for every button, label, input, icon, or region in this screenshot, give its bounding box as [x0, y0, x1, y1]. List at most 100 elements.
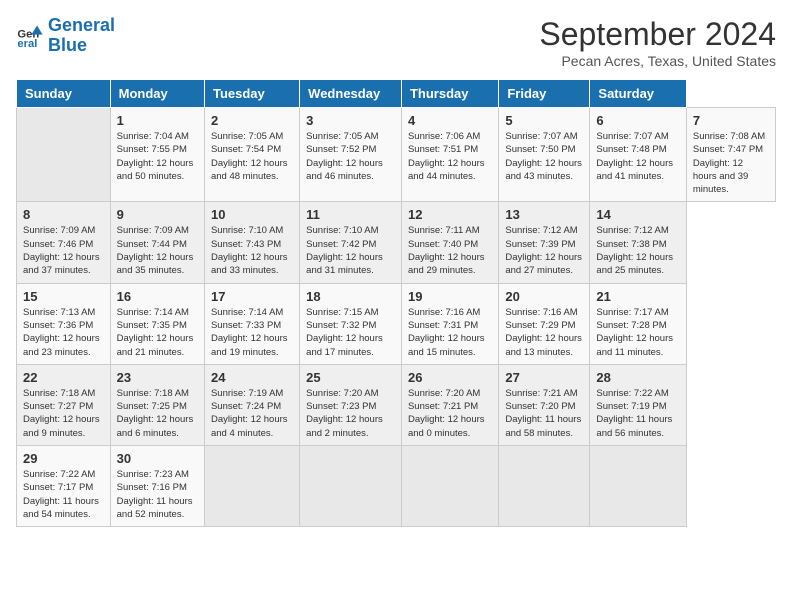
- day-info: Sunrise: 7:04 AM Sunset: 7:55 PM Dayligh…: [117, 130, 198, 183]
- day-info: Sunrise: 7:10 AM Sunset: 7:42 PM Dayligh…: [306, 224, 395, 277]
- day-number: 21: [596, 289, 679, 304]
- day-number: 19: [408, 289, 492, 304]
- calendar-cell: 28 Sunrise: 7:22 AM Sunset: 7:19 PM Dayli…: [590, 364, 686, 445]
- calendar-header-row: SundayMondayTuesdayWednesdayThursdayFrid…: [17, 80, 776, 108]
- calendar-cell: 22Sunrise: 7:18 AM Sunset: 7:27 PM Dayli…: [17, 364, 111, 445]
- day-number: 13: [505, 207, 583, 222]
- day-info: Sunrise: 7:19 AM Sunset: 7:24 PM Dayligh…: [211, 387, 293, 440]
- day-number: 2: [211, 113, 293, 128]
- calendar-week-row: 1 Sunrise: 7:04 AM Sunset: 7:55 PM Daylig…: [17, 108, 776, 202]
- calendar-cell: 3 Sunrise: 7:05 AM Sunset: 7:52 PM Daylig…: [300, 108, 402, 202]
- day-info: Sunrise: 7:12 AM Sunset: 7:39 PM Dayligh…: [505, 224, 583, 277]
- svg-text:eral: eral: [17, 38, 37, 50]
- logo-text: GeneralBlue: [48, 16, 115, 56]
- calendar-cell: 17 Sunrise: 7:14 AM Sunset: 7:33 PM Dayli…: [204, 283, 299, 364]
- calendar-week-row: 29 Sunrise: 7:22 AM Sunset: 7:17 PM Dayli…: [17, 446, 776, 527]
- day-info: Sunrise: 7:08 AM Sunset: 7:47 PM Dayligh…: [693, 130, 769, 196]
- day-info: Sunrise: 7:10 AM Sunset: 7:43 PM Dayligh…: [211, 224, 293, 277]
- day-number: 16: [117, 289, 198, 304]
- calendar-cell: 24 Sunrise: 7:19 AM Sunset: 7:24 PM Dayli…: [204, 364, 299, 445]
- day-number: 29: [23, 451, 104, 466]
- day-number: 9: [117, 207, 198, 222]
- day-number: 23: [117, 370, 198, 385]
- day-number: 26: [408, 370, 492, 385]
- calendar-cell: 6 Sunrise: 7:07 AM Sunset: 7:48 PM Daylig…: [590, 108, 686, 202]
- day-header-saturday: Saturday: [590, 80, 686, 108]
- day-number: 6: [596, 113, 679, 128]
- day-number: 3: [306, 113, 395, 128]
- day-info: Sunrise: 7:20 AM Sunset: 7:21 PM Dayligh…: [408, 387, 492, 440]
- title-block: September 2024 Pecan Acres, Texas, Unite…: [539, 16, 776, 69]
- day-info: Sunrise: 7:12 AM Sunset: 7:38 PM Dayligh…: [596, 224, 679, 277]
- calendar-week-row: 15 Sunrise: 7:13 AM Sunset: 7:36 PM Dayli…: [17, 283, 776, 364]
- day-info: Sunrise: 7:22 AM Sunset: 7:17 PM Dayligh…: [23, 468, 104, 521]
- day-info: Sunrise: 7:09 AM Sunset: 7:44 PM Dayligh…: [117, 224, 198, 277]
- calendar-cell: 18Sunrise: 7:15 AM Sunset: 7:32 PM Dayli…: [300, 283, 402, 364]
- day-info: Sunrise: 7:18 AM Sunset: 7:27 PM Dayligh…: [23, 387, 104, 440]
- day-info: Sunrise: 7:07 AM Sunset: 7:48 PM Dayligh…: [596, 130, 679, 183]
- logo-icon: Gen eral: [16, 22, 44, 50]
- calendar-cell: 29 Sunrise: 7:22 AM Sunset: 7:17 PM Dayli…: [17, 446, 111, 527]
- calendar-week-row: 8Sunrise: 7:09 AM Sunset: 7:46 PM Daylig…: [17, 202, 776, 283]
- day-info: Sunrise: 7:17 AM Sunset: 7:28 PM Dayligh…: [596, 306, 679, 359]
- day-info: Sunrise: 7:11 AM Sunset: 7:40 PM Dayligh…: [408, 224, 492, 277]
- calendar-cell: 10 Sunrise: 7:10 AM Sunset: 7:43 PM Dayli…: [204, 202, 299, 283]
- calendar-body: 1 Sunrise: 7:04 AM Sunset: 7:55 PM Daylig…: [17, 108, 776, 527]
- day-header-wednesday: Wednesday: [300, 80, 402, 108]
- day-number: 5: [505, 113, 583, 128]
- day-number: 17: [211, 289, 293, 304]
- day-info: Sunrise: 7:18 AM Sunset: 7:25 PM Dayligh…: [117, 387, 198, 440]
- day-number: 11: [306, 207, 395, 222]
- calendar-cell: [17, 108, 111, 202]
- day-info: Sunrise: 7:23 AM Sunset: 7:16 PM Dayligh…: [117, 468, 198, 521]
- day-number: 25: [306, 370, 395, 385]
- calendar-cell: [590, 446, 686, 527]
- calendar-cell: [204, 446, 299, 527]
- day-info: Sunrise: 7:05 AM Sunset: 7:52 PM Dayligh…: [306, 130, 395, 183]
- day-number: 14: [596, 207, 679, 222]
- day-number: 1: [117, 113, 198, 128]
- calendar-cell: 12 Sunrise: 7:11 AM Sunset: 7:40 PM Dayli…: [401, 202, 498, 283]
- calendar-cell: 14 Sunrise: 7:12 AM Sunset: 7:38 PM Dayli…: [590, 202, 686, 283]
- day-header-friday: Friday: [499, 80, 590, 108]
- day-info: Sunrise: 7:16 AM Sunset: 7:31 PM Dayligh…: [408, 306, 492, 359]
- day-number: 4: [408, 113, 492, 128]
- calendar-cell: 9 Sunrise: 7:09 AM Sunset: 7:44 PM Daylig…: [110, 202, 204, 283]
- calendar-cell: [401, 446, 498, 527]
- day-number: 28: [596, 370, 679, 385]
- day-number: 15: [23, 289, 104, 304]
- day-number: 8: [23, 207, 104, 222]
- calendar-cell: 19 Sunrise: 7:16 AM Sunset: 7:31 PM Dayli…: [401, 283, 498, 364]
- day-number: 7: [693, 113, 769, 128]
- day-number: 27: [505, 370, 583, 385]
- calendar-cell: [300, 446, 402, 527]
- day-info: Sunrise: 7:13 AM Sunset: 7:36 PM Dayligh…: [23, 306, 104, 359]
- calendar-cell: 25Sunrise: 7:20 AM Sunset: 7:23 PM Dayli…: [300, 364, 402, 445]
- calendar-cell: 16Sunrise: 7:14 AM Sunset: 7:35 PM Dayli…: [110, 283, 204, 364]
- day-number: 30: [117, 451, 198, 466]
- calendar-subtitle: Pecan Acres, Texas, United States: [539, 53, 776, 69]
- day-info: Sunrise: 7:14 AM Sunset: 7:33 PM Dayligh…: [211, 306, 293, 359]
- page-header: Gen eral GeneralBlue September 2024 Peca…: [16, 16, 776, 69]
- calendar-cell: 13 Sunrise: 7:12 AM Sunset: 7:39 PM Dayli…: [499, 202, 590, 283]
- day-header-tuesday: Tuesday: [204, 80, 299, 108]
- day-number: 24: [211, 370, 293, 385]
- calendar-cell: 30 Sunrise: 7:23 AM Sunset: 7:16 PM Dayli…: [110, 446, 204, 527]
- calendar-cell: 7 Sunrise: 7:08 AM Sunset: 7:47 PM Daylig…: [686, 108, 775, 202]
- day-number: 10: [211, 207, 293, 222]
- day-info: Sunrise: 7:22 AM Sunset: 7:19 PM Dayligh…: [596, 387, 679, 440]
- day-number: 12: [408, 207, 492, 222]
- day-info: Sunrise: 7:05 AM Sunset: 7:54 PM Dayligh…: [211, 130, 293, 183]
- calendar-cell: 23 Sunrise: 7:18 AM Sunset: 7:25 PM Dayli…: [110, 364, 204, 445]
- day-info: Sunrise: 7:06 AM Sunset: 7:51 PM Dayligh…: [408, 130, 492, 183]
- day-header-monday: Monday: [110, 80, 204, 108]
- day-header-sunday: Sunday: [17, 80, 111, 108]
- calendar-cell: 1 Sunrise: 7:04 AM Sunset: 7:55 PM Daylig…: [110, 108, 204, 202]
- day-number: 20: [505, 289, 583, 304]
- calendar-cell: 11 Sunrise: 7:10 AM Sunset: 7:42 PM Dayli…: [300, 202, 402, 283]
- day-info: Sunrise: 7:16 AM Sunset: 7:29 PM Dayligh…: [505, 306, 583, 359]
- calendar-cell: [499, 446, 590, 527]
- calendar-cell: 21 Sunrise: 7:17 AM Sunset: 7:28 PM Dayli…: [590, 283, 686, 364]
- calendar-title: September 2024: [539, 16, 776, 53]
- day-header-thursday: Thursday: [401, 80, 498, 108]
